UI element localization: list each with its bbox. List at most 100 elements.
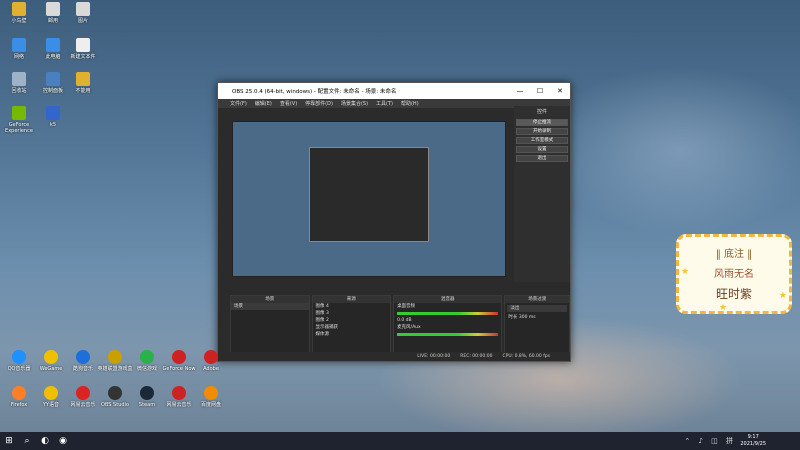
browser-icon[interactable]: ◐ — [36, 432, 54, 450]
desktop-icon[interactable]: 百度网盘 — [192, 386, 230, 408]
app-icon — [12, 386, 26, 400]
desktop-icon-label: QQ音乐器 — [7, 366, 31, 372]
settings-button[interactable]: 设置 — [516, 146, 568, 153]
desktop-icon-label: Adobe — [203, 366, 219, 372]
app-icon — [12, 106, 26, 120]
desktop-icon-label: 网易云音乐 — [70, 402, 96, 408]
desktop-icon-label: 百度网盘 — [200, 402, 221, 408]
app-icon — [76, 2, 90, 16]
desktop-icon[interactable]: 新建文本件 — [64, 38, 102, 60]
obs-window: OBS 25.0.4 (64-bit, windows) - 配置文件: 未命名… — [217, 82, 571, 362]
star-icon: ★ — [681, 267, 690, 277]
sticker-sign: ‖ 底注 ‖ 风雨无名 旺时紫 ★ ★ ★ — [676, 234, 792, 314]
menu-help[interactable]: 帮助(H) — [401, 100, 419, 107]
desktop-icon-label: 此电脑 — [45, 54, 61, 60]
desktop-icon[interactable]: 回收站 — [0, 72, 38, 94]
stop-streaming-button[interactable]: 停止推流 — [516, 119, 568, 126]
clock[interactable]: 9:17 2021/9/25 — [740, 434, 766, 448]
transition-select[interactable]: 淡出 — [507, 305, 568, 312]
menu-file[interactable]: 文件(F) — [230, 100, 247, 107]
desktop-icon[interactable]: 小鸟壁 — [0, 2, 38, 24]
obs-titlebar[interactable]: OBS 25.0.4 (64-bit, windows) - 配置文件: 未命名… — [218, 83, 570, 99]
scenes-title: 场景 — [231, 296, 309, 303]
desktop-icon[interactable]: GeForce Experience — [0, 106, 38, 134]
desktop-icon[interactable]: k5 — [34, 106, 72, 128]
app-icon — [172, 386, 186, 400]
studio-mode-button[interactable]: 工作室模式 — [516, 137, 568, 144]
desktop-icon[interactable]: 图片 — [64, 2, 102, 24]
desktop-icon-label: 新建文本件 — [70, 54, 96, 60]
app-icon — [46, 38, 60, 52]
app-icon — [44, 386, 58, 400]
app-icon — [140, 350, 154, 364]
desktop-icon-label: Steam — [138, 402, 156, 408]
desktop-icon-label: 网络 — [13, 54, 24, 60]
app-icon — [76, 72, 90, 86]
app-icon — [12, 2, 26, 16]
desktop-icon-label: 不能用 — [75, 88, 91, 94]
source-item[interactable]: 图像 4 — [313, 303, 391, 310]
obs-docks: 场景 场景 来源 图像 4 图像 3 图像 2 显示器捕获 媒体源 混音器 桌面… — [230, 295, 571, 353]
volume-meter — [397, 312, 499, 315]
sticker-line3: 旺时紫 — [715, 287, 752, 301]
sources-title: 来源 — [312, 296, 391, 303]
transitions-title: 场景过渡 — [505, 296, 570, 303]
minimize-button[interactable]: — — [510, 83, 530, 99]
app-icon — [172, 350, 186, 364]
desktop-icon-label: 酷狗音乐 — [72, 366, 93, 372]
live-time: LIVE: 00:00:00 — [417, 354, 451, 359]
app-icon — [46, 106, 60, 120]
volume-meter — [397, 333, 499, 336]
desktop-icon-label: 回收站 — [11, 88, 27, 94]
app-icon — [108, 350, 122, 364]
clock-date: 2021/9/25 — [740, 441, 766, 447]
mixer-title: 混音器 — [394, 296, 502, 303]
mixer-dock: 混音器 桌面音频 0.0 dB 麦克风/Aux — [393, 295, 503, 353]
menu-edit[interactable]: 编辑(E) — [255, 100, 272, 107]
source-item[interactable]: 图像 3 — [313, 310, 391, 317]
system-tray[interactable]: ⌃ ♪ ◫ 拼 — [684, 436, 736, 446]
desktop-icon-label: k5 — [49, 122, 57, 128]
exit-button[interactable]: 退出 — [516, 155, 568, 162]
desktop-icon-label: GeForce Experience — [5, 122, 33, 134]
close-button[interactable]: ✕ — [550, 83, 570, 99]
windows-icon[interactable]: ⊞ — [0, 432, 18, 450]
app-icon — [12, 72, 26, 86]
menu-scene-collection[interactable]: 场景集合(S) — [341, 100, 368, 107]
app-icon — [44, 350, 58, 364]
desktop-icon-label: GeForce Now — [162, 366, 196, 372]
sticker-line1: ‖ 底注 ‖ — [715, 249, 753, 260]
desktop-icon-label: OBS Studio — [101, 402, 129, 408]
maximize-button[interactable]: ☐ — [530, 83, 550, 99]
search-icon[interactable]: ⌕ — [18, 432, 36, 450]
app-icon — [76, 38, 90, 52]
desktop-icon[interactable]: 网络 — [0, 38, 38, 60]
app-icon — [108, 386, 122, 400]
source-item[interactable]: 媒体源 — [313, 331, 391, 338]
transition-duration[interactable]: 时长 300 ms — [505, 314, 569, 321]
desktop-icon[interactable]: Adobe — [192, 350, 230, 372]
cpu-status: CPU: 0.8%, 60.00 fps — [502, 354, 551, 359]
obs-preview[interactable] — [232, 121, 506, 277]
obs-icon[interactable]: ◉ — [54, 432, 72, 450]
desktop-icon-label: WeGame — [39, 366, 63, 372]
controls-header: 控件 — [536, 109, 547, 115]
nested-preview — [309, 147, 429, 242]
source-item[interactable]: 显示器捕获 — [313, 324, 391, 331]
controls-panel: 控件 停止推流 开始录制 工作室模式 设置 退出 — [514, 106, 570, 282]
obs-title: OBS 25.0.4 (64-bit, windows) - 配置文件: 未命名… — [232, 89, 397, 95]
app-icon — [12, 350, 26, 364]
desktop-icon-label: 图片 — [77, 18, 88, 24]
source-item[interactable]: 图像 2 — [313, 317, 391, 324]
taskbar: ⊞ ⌕ ◐ ◉ ⌃ ♪ ◫ 拼 9:17 2021/9/25 — [0, 432, 800, 450]
start-recording-button[interactable]: 开始录制 — [516, 128, 568, 135]
star-icon: ★ — [778, 291, 787, 301]
scene-item[interactable]: 场景 — [231, 303, 309, 310]
menu-docks[interactable]: 停靠部件(D) — [305, 100, 333, 107]
desktop-icon[interactable]: 不能用 — [64, 72, 102, 94]
menu-view[interactable]: 查看(V) — [280, 100, 297, 107]
obs-statusbar: LIVE: 00:00:00 REC: 00:00:00 CPU: 0.8%, … — [218, 352, 570, 361]
sources-dock: 来源 图像 4 图像 3 图像 2 显示器捕获 媒体源 — [311, 295, 392, 353]
desktop-icon-label: YY语音 — [42, 402, 60, 408]
menu-tools[interactable]: 工具(T) — [376, 100, 393, 107]
